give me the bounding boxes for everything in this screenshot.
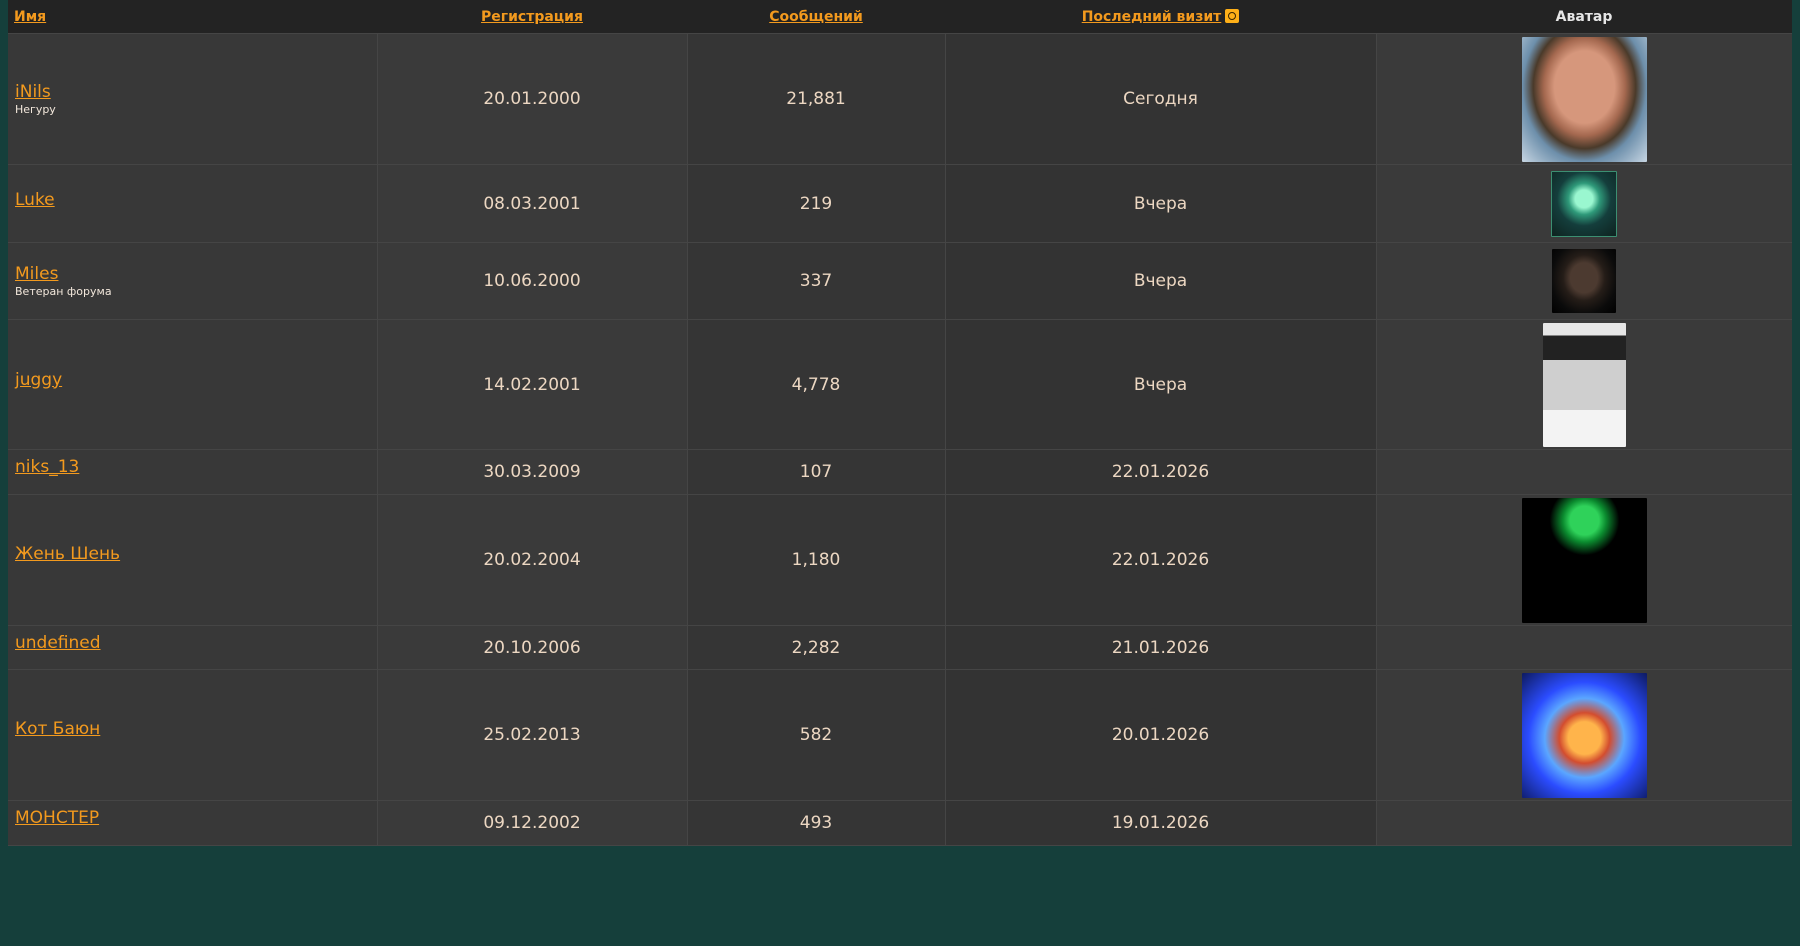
registered-date: 14.02.2001 bbox=[377, 319, 688, 450]
last-visit: 22.01.2026 bbox=[945, 494, 1377, 626]
avatar bbox=[1542, 322, 1626, 447]
avatar-cell bbox=[1376, 164, 1792, 243]
avatar bbox=[1521, 497, 1647, 623]
username-link[interactable]: МОНСТЕР bbox=[15, 808, 99, 828]
registered-date: 25.02.2013 bbox=[377, 669, 688, 801]
header-avatar: Аватар bbox=[1376, 0, 1792, 34]
user-cell: juggy bbox=[8, 319, 378, 450]
username-link[interactable]: juggy bbox=[15, 370, 62, 390]
table-row: juggy 14.02.2001 4,778 Вчера bbox=[8, 319, 1792, 450]
username-link[interactable]: Miles bbox=[15, 264, 377, 284]
username-link[interactable]: Luke bbox=[15, 190, 55, 210]
last-visit: 20.01.2026 bbox=[945, 669, 1377, 801]
username-link[interactable]: Жень Шень bbox=[15, 544, 120, 564]
message-count: 2,282 bbox=[687, 625, 946, 670]
sort-order-icon[interactable] bbox=[1225, 8, 1240, 23]
message-count: 1,180 bbox=[687, 494, 946, 626]
table-row: niks_13 30.03.2009 107 22.01.2026 bbox=[8, 449, 1792, 495]
sort-by-messages-link[interactable]: Сообщений bbox=[769, 9, 863, 25]
avatar-cell bbox=[1376, 625, 1792, 670]
registered-date: 09.12.2002 bbox=[377, 800, 688, 846]
avatar-cell bbox=[1376, 242, 1792, 320]
last-visit: 19.01.2026 bbox=[945, 800, 1377, 846]
table-row: iNils Негуру 20.01.2000 21,881 Сегодня bbox=[8, 33, 1792, 165]
last-visit: 22.01.2026 bbox=[945, 449, 1377, 495]
user-cell: undefined bbox=[8, 625, 378, 670]
user-cell: Кот Баюн bbox=[8, 669, 378, 801]
user-title: Негуру bbox=[15, 103, 56, 116]
last-visit: 21.01.2026 bbox=[945, 625, 1377, 670]
avatar-cell bbox=[1376, 319, 1792, 450]
username-link[interactable]: niks_13 bbox=[15, 457, 79, 477]
last-visit: Сегодня bbox=[945, 33, 1377, 165]
registered-date: 30.03.2009 bbox=[377, 449, 688, 495]
table-row: undefined 20.10.2006 2,282 21.01.2026 bbox=[8, 625, 1792, 670]
header-name[interactable]: Имя bbox=[8, 0, 377, 34]
avatar-cell bbox=[1376, 33, 1792, 165]
user-title: Ветеран форума bbox=[15, 285, 112, 298]
registered-date: 20.10.2006 bbox=[377, 625, 688, 670]
table-row: Кот Баюн 25.02.2013 582 20.01.2026 bbox=[8, 669, 1792, 801]
registered-date: 20.02.2004 bbox=[377, 494, 688, 626]
sort-by-name-link[interactable]: Имя bbox=[14, 9, 46, 25]
table-header-row: Имя Регистрация Сообщений Последний визи… bbox=[8, 0, 1792, 34]
avatar-cell bbox=[1376, 669, 1792, 801]
username-link[interactable]: Кот Баюн bbox=[15, 719, 100, 739]
user-cell: Miles Ветеран форума bbox=[8, 242, 378, 320]
registered-date: 08.03.2001 bbox=[377, 164, 688, 243]
last-visit: Вчера bbox=[945, 319, 1377, 450]
username-link[interactable]: iNils bbox=[15, 82, 377, 102]
user-cell: МОНСТЕР bbox=[8, 800, 378, 846]
message-count: 582 bbox=[687, 669, 946, 801]
user-cell: Жень Шень bbox=[8, 494, 378, 626]
table-row: Miles Ветеран форума 10.06.2000 337 Вчер… bbox=[8, 242, 1792, 320]
message-count: 337 bbox=[687, 242, 946, 320]
table-row: МОНСТЕР 09.12.2002 493 19.01.2026 bbox=[8, 800, 1792, 846]
page-frame: Имя Регистрация Сообщений Последний визи… bbox=[0, 0, 1800, 946]
registered-date: 10.06.2000 bbox=[377, 242, 688, 320]
message-count: 107 bbox=[687, 449, 946, 495]
avatar-cell bbox=[1376, 494, 1792, 626]
members-table-wrapper: Имя Регистрация Сообщений Последний визи… bbox=[8, 0, 1792, 946]
members-table: Имя Регистрация Сообщений Последний визи… bbox=[8, 0, 1792, 846]
avatar-cell bbox=[1376, 800, 1792, 846]
sort-by-registration-link[interactable]: Регистрация bbox=[481, 9, 583, 25]
avatar-cell bbox=[1376, 449, 1792, 495]
registered-date: 20.01.2000 bbox=[377, 33, 688, 165]
header-last-visit[interactable]: Последний визит bbox=[945, 0, 1376, 34]
message-count: 219 bbox=[687, 164, 946, 243]
last-visit: Вчера bbox=[945, 242, 1377, 320]
sort-by-last-visit-link[interactable]: Последний визит bbox=[1082, 9, 1222, 25]
user-cell: Luke bbox=[8, 164, 378, 243]
message-count: 493 bbox=[687, 800, 946, 846]
last-visit: Вчера bbox=[945, 164, 1377, 243]
message-count: 21,881 bbox=[687, 33, 946, 165]
avatar bbox=[1551, 170, 1618, 237]
avatar bbox=[1521, 672, 1647, 798]
message-count: 4,778 bbox=[687, 319, 946, 450]
username-link[interactable]: undefined bbox=[15, 633, 101, 653]
table-row: Luke 08.03.2001 219 Вчера bbox=[8, 164, 1792, 243]
header-registration[interactable]: Регистрация bbox=[377, 0, 687, 34]
table-row: Жень Шень 20.02.2004 1,180 22.01.2026 bbox=[8, 494, 1792, 626]
user-cell: niks_13 bbox=[8, 449, 378, 495]
avatar bbox=[1552, 249, 1617, 313]
user-cell: iNils Негуру bbox=[8, 33, 378, 165]
avatar bbox=[1521, 36, 1647, 162]
header-messages[interactable]: Сообщений bbox=[687, 0, 945, 34]
